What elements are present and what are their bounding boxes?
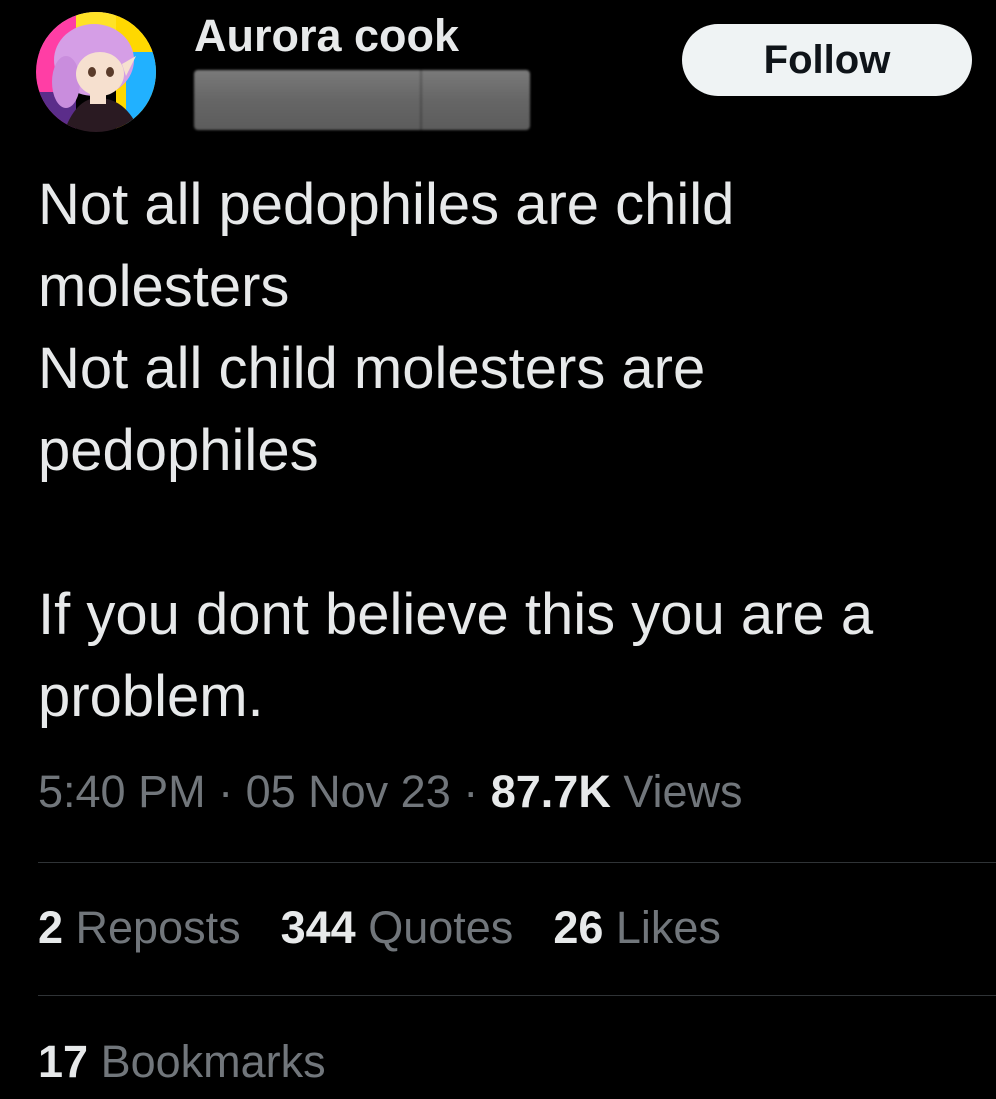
divider <box>38 862 996 863</box>
quotes-label: Quotes <box>355 902 514 953</box>
tweet-line: Not all pedophiles are child <box>38 172 735 237</box>
tweet-line: molesters <box>38 254 290 319</box>
likes-label: Likes <box>603 902 721 953</box>
meta-separator: · <box>450 766 491 817</box>
tweet-meta: 5:40 PM · 05 Nov 23 · 87.7K Views <box>38 766 743 818</box>
tweet-text: Not all pedophiles are child molesters N… <box>38 164 968 738</box>
bookmarks-label: Bookmarks <box>88 1036 326 1087</box>
follow-button[interactable]: Follow <box>682 24 972 96</box>
quotes-count: 344 <box>280 902 356 953</box>
likes-count: 26 <box>553 902 604 953</box>
display-name[interactable]: Aurora cook <box>194 10 459 62</box>
tweet-line: pedophiles <box>38 418 319 483</box>
bookmarks-stat[interactable]: 17 Bookmarks <box>38 1036 326 1088</box>
tweet-time[interactable]: 5:40 PM <box>38 766 206 817</box>
reposts-stat[interactable]: 2 Reposts <box>38 902 241 954</box>
redacted-handle <box>194 70 530 130</box>
avatar[interactable] <box>36 12 156 132</box>
tweet-line: If you dont believe this you are a <box>38 582 874 647</box>
views-count: 87.7K <box>490 766 611 817</box>
divider <box>38 995 996 996</box>
reposts-label: Reposts <box>63 902 241 953</box>
bookmarks-count: 17 <box>38 1036 89 1087</box>
tweet-line: problem. <box>38 664 264 729</box>
tweet-date[interactable]: 05 Nov 23 <box>246 766 451 817</box>
engagement-stats: 2 Reposts 344 Quotes 26 Likes <box>38 902 721 954</box>
likes-stat[interactable]: 26 Likes <box>553 902 721 954</box>
quotes-stat[interactable]: 344 Quotes <box>281 902 514 954</box>
views-label: Views <box>610 766 743 817</box>
avatar-image <box>36 12 156 132</box>
meta-separator: · <box>205 766 246 817</box>
tweet-line: Not all child molesters are <box>38 336 706 401</box>
reposts-count: 2 <box>38 902 64 953</box>
